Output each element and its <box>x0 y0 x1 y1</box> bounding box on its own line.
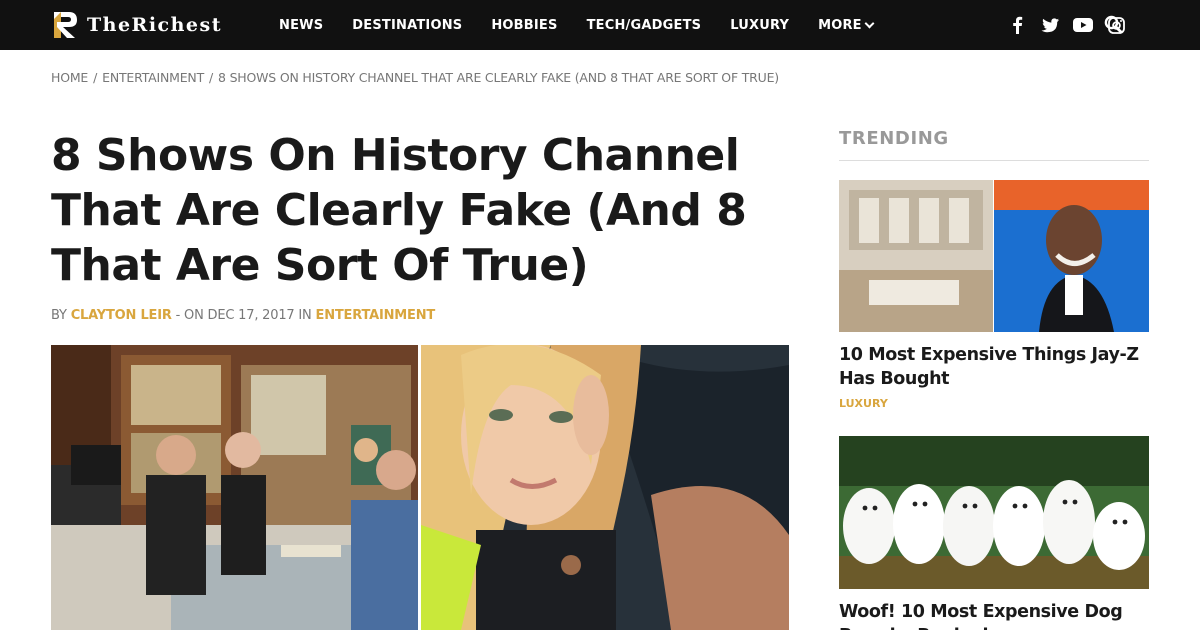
in-label: IN <box>298 308 312 323</box>
breadcrumb-separator: / <box>209 70 214 85</box>
nav-label: TECH/GADGETS <box>586 17 702 33</box>
nav-item-more[interactable]: MORE <box>818 17 875 33</box>
article-hero-image <box>51 345 789 630</box>
breadcrumb: Home / Entertainment / 8 Shows On History Ch… <box>51 70 779 85</box>
nav-item-luxury[interactable]: LUXURY <box>730 18 789 33</box>
trending-card-category[interactable]: Luxury <box>839 397 888 410</box>
nav-item-destinations[interactable]: DESTINATIONS <box>352 18 462 33</box>
by-label: BY <box>51 308 67 323</box>
search-icon[interactable] <box>1104 15 1124 35</box>
pawn-shop-photo <box>51 345 418 630</box>
chevron-down-icon <box>864 18 875 28</box>
nav-label: NEWS <box>279 17 324 33</box>
article-byline: BY Clayton Leir - ON DEC 17, 2017 IN Ent… <box>51 308 435 323</box>
author-link[interactable]: Clayton Leir <box>71 308 172 323</box>
facebook-icon[interactable] <box>1007 15 1027 35</box>
on-label: - ON <box>175 308 204 323</box>
nav-label: MORE <box>818 17 862 33</box>
logo-mark-icon <box>54 12 77 38</box>
youtube-icon[interactable] <box>1073 15 1093 35</box>
nav-label: LUXURY <box>730 17 790 33</box>
nav-item-tech-gadgets[interactable]: TECH/GADGETS <box>587 18 702 33</box>
trending-heading: TRENDING <box>839 128 949 149</box>
main-menu: NEWS DESTINATIONS HOBBIES TECH/GADGETS L… <box>279 0 902 50</box>
trending-card-title[interactable]: Woof! 10 Most Expensive Dog Breeds, Rank… <box>839 600 1149 630</box>
breadcrumb-home[interactable]: Home <box>51 70 88 85</box>
logo-wordmark: TheRichest <box>87 14 222 36</box>
trending-card-title[interactable]: 10 Most Expensive Things Jay-Z Has Bough… <box>839 343 1149 391</box>
publish-date: DEC 17, 2017 <box>207 308 295 323</box>
nav-label: DESTINATIONS <box>352 17 463 33</box>
nav-label: HOBBIES <box>491 17 558 33</box>
trending-divider <box>839 160 1149 161</box>
breadcrumb-current: 8 Shows On History Channel That Are Clea… <box>218 70 779 85</box>
breadcrumb-entertainment[interactable]: Entertainment <box>102 70 204 85</box>
site-logo[interactable]: TheRichest <box>51 9 222 41</box>
nav-item-news[interactable]: NEWS <box>279 18 323 33</box>
trending-card-image-jay-z[interactable] <box>839 180 1149 332</box>
breadcrumb-separator: / <box>93 70 98 85</box>
category-link[interactable]: Entertainment <box>316 308 436 323</box>
top-navigation-bar: TheRichest NEWS DESTINATIONS HOBBIES TEC… <box>0 0 1200 50</box>
nav-item-hobbies[interactable]: HOBBIES <box>491 18 557 33</box>
trending-card-image-dogs[interactable] <box>839 436 1149 589</box>
article-title: 8 Shows On History Channel That Are Clea… <box>51 130 747 291</box>
woman-selfie-photo <box>421 345 789 630</box>
twitter-icon[interactable] <box>1040 15 1060 35</box>
